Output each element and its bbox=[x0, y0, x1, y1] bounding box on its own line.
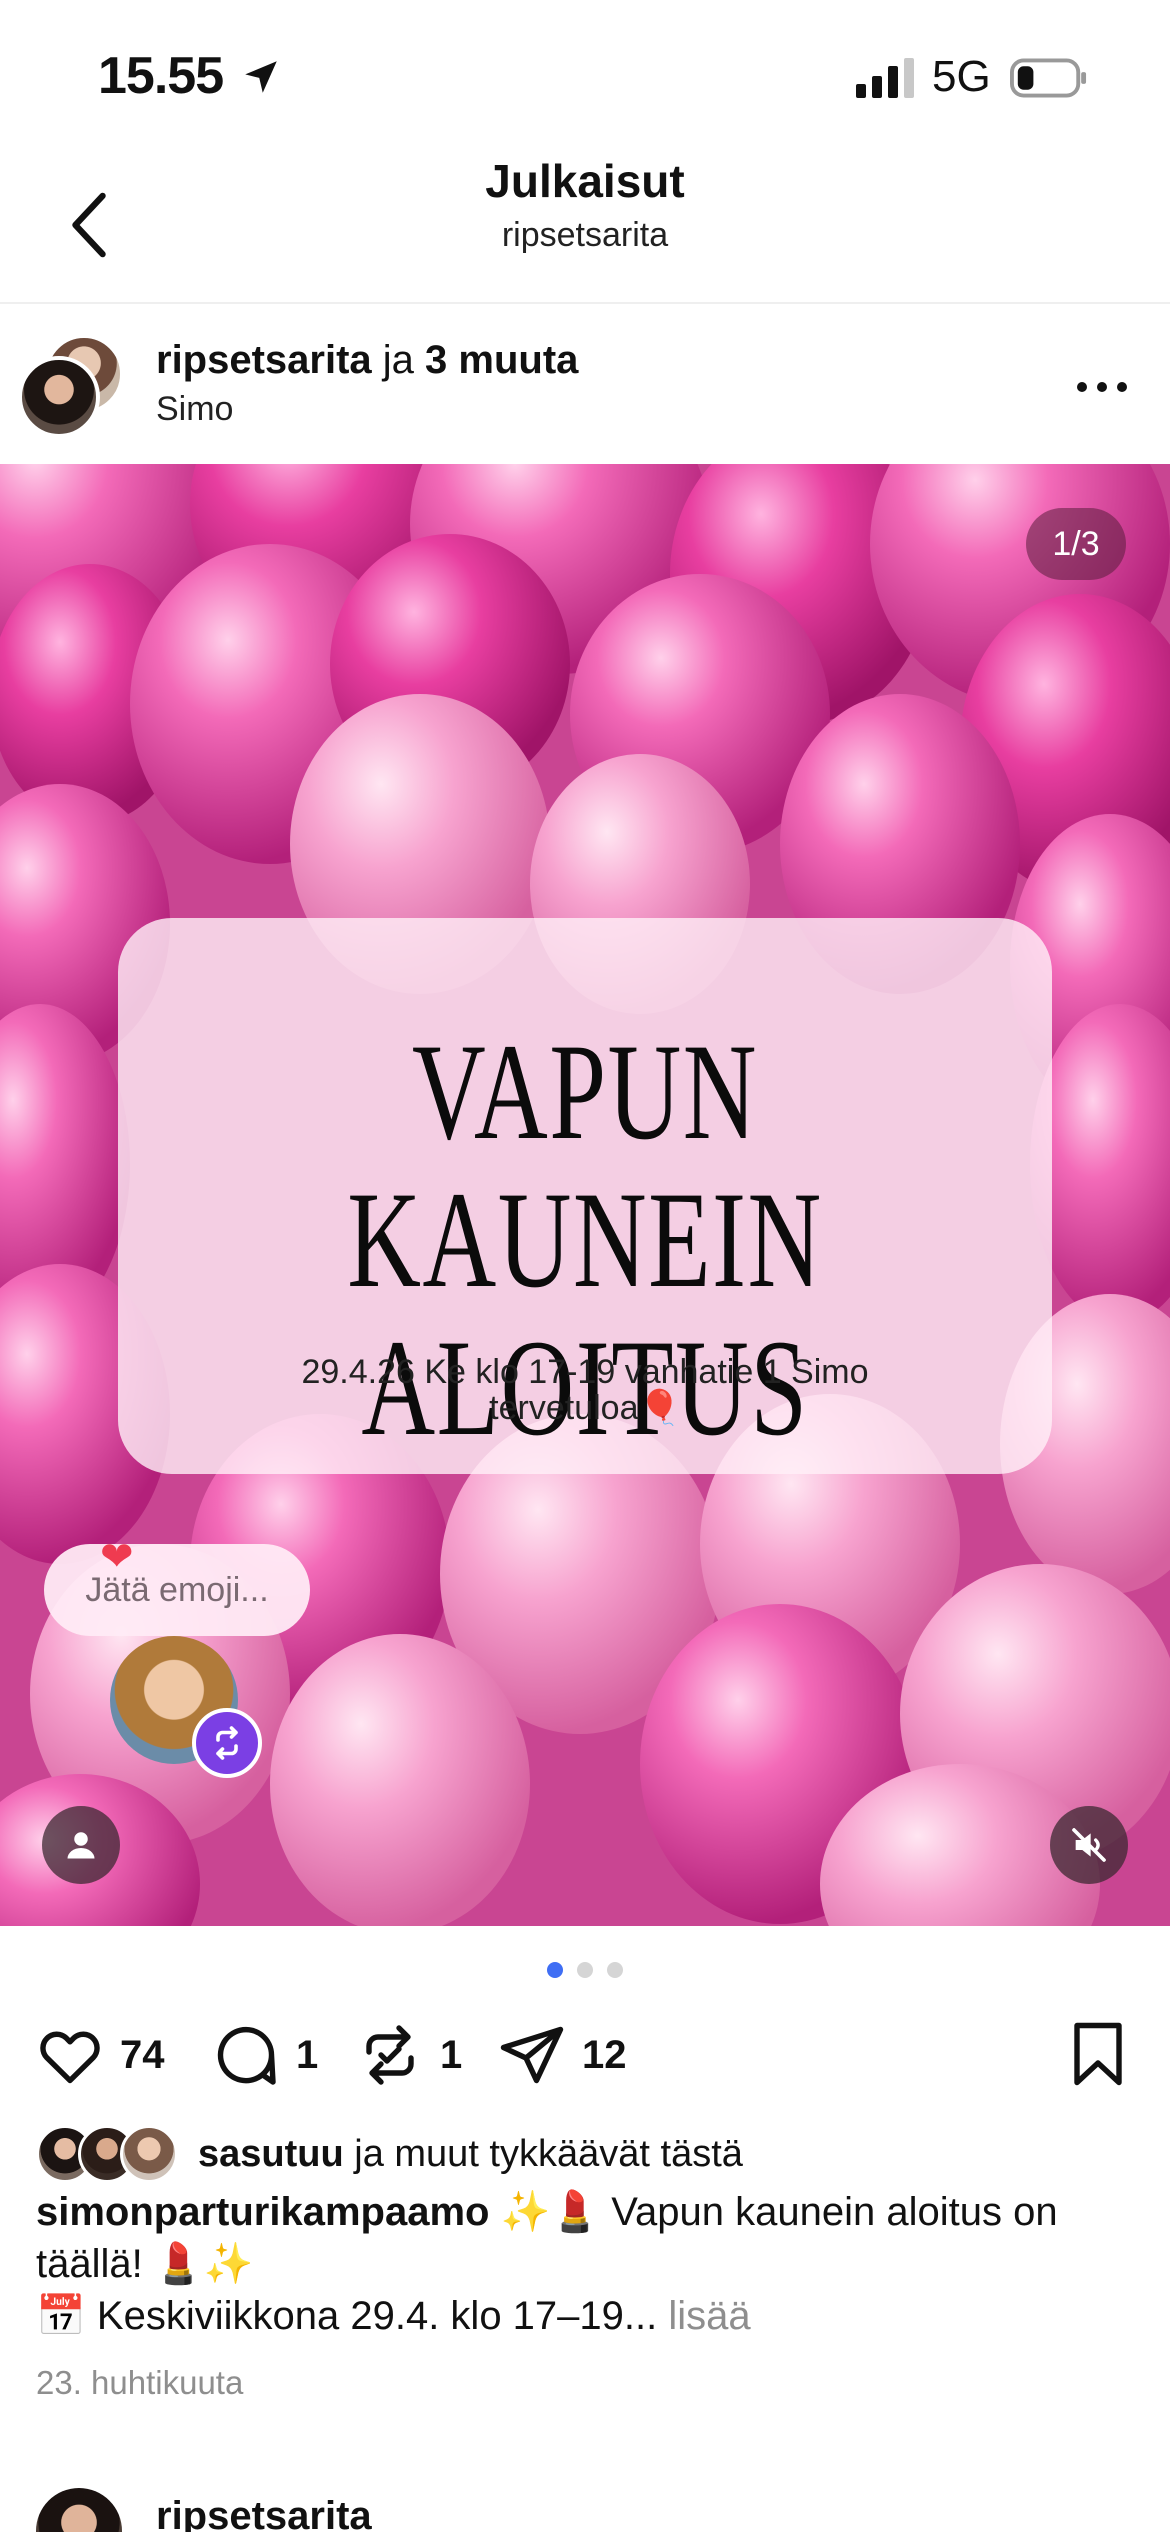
comment-icon bbox=[217, 2026, 276, 2085]
page-title: Julkaisut bbox=[485, 155, 685, 207]
status-bar: 15.55 5G bbox=[0, 0, 1170, 150]
bookmark-icon[interactable] bbox=[1062, 2018, 1134, 2090]
liked-by-user[interactable]: sasutuu bbox=[198, 2133, 344, 2175]
share-count[interactable]: 12 bbox=[582, 2033, 627, 2078]
repost-badge-icon bbox=[216, 1726, 238, 1760]
caption-more-link[interactable]: lisää bbox=[657, 2294, 750, 2338]
signal-icon bbox=[856, 58, 914, 98]
page-subtitle[interactable]: ripsetsarita bbox=[0, 216, 1170, 255]
location-arrow-icon bbox=[245, 61, 277, 93]
carousel-dot-active bbox=[547, 1962, 563, 1978]
repost-button[interactable]: 1 bbox=[354, 2010, 462, 2100]
post-actions: 74 1 1 12 bbox=[0, 2010, 1170, 2100]
author-avatar-primary[interactable] bbox=[18, 356, 100, 438]
post-location[interactable]: Simo bbox=[156, 390, 233, 429]
user-tags-button[interactable] bbox=[42, 1806, 120, 1884]
event-details-line2: tervetuloa🎈 bbox=[489, 1389, 681, 1427]
carousel-dots bbox=[0, 1962, 1170, 1982]
next-post-author[interactable]: ripsetsarita bbox=[156, 2494, 372, 2532]
network-type: 5G bbox=[932, 52, 991, 101]
status-time: 15.55 bbox=[98, 47, 224, 105]
comment-count[interactable]: 1 bbox=[296, 2033, 318, 2078]
post-header: ripsetsarita ja 3 muuta Simo bbox=[0, 304, 1170, 464]
author-username[interactable]: ripsetsarita bbox=[156, 338, 372, 382]
share-button[interactable]: 12 bbox=[496, 2010, 627, 2100]
page-counter: 1/3 bbox=[1026, 508, 1126, 580]
mute-icon bbox=[1072, 1828, 1106, 1862]
screen: 15.55 5G Julkaisut ripsetsarita ripsetsa… bbox=[0, 0, 1170, 2532]
event-card: VAPUN KAUNEIN ALOITUS 29.4.26 Ke klo 17-… bbox=[118, 918, 1052, 1474]
event-details-line1: 29.4.26 Ke klo 17-19 vanhatie 1 Simo bbox=[301, 1353, 869, 1391]
caption-username[interactable]: simonparturikampaamo bbox=[36, 2190, 489, 2234]
like-count[interactable]: 74 bbox=[120, 2033, 165, 2078]
heart-emoji-icon: ❤ bbox=[100, 1535, 134, 1579]
author-others[interactable]: 3 muuta bbox=[425, 338, 578, 382]
repost-count[interactable]: 1 bbox=[440, 2033, 462, 2078]
liked-by-row[interactable]: sasutuu ja muut tykkäävät tästä bbox=[36, 2124, 743, 2184]
caption-text-line2: 📅 Keskiviikkona 29.4. klo 17–19... bbox=[36, 2294, 658, 2338]
user-tag-icon bbox=[67, 1832, 95, 1859]
send-icon bbox=[500, 2026, 564, 2084]
repost-badge bbox=[192, 1708, 262, 1778]
battery-icon bbox=[1010, 58, 1087, 98]
liked-by-text[interactable]: sasutuu ja muut tykkäävät tästä bbox=[198, 2133, 743, 2176]
emoji-reaction-input[interactable]: Jätä emoji... bbox=[44, 1544, 310, 1636]
heart-icon bbox=[40, 2031, 100, 2084]
event-details: 29.4.26 Ke klo 17-19 vanhatie 1 Simo ter… bbox=[118, 1354, 1052, 1426]
post-media[interactable]: 1/3 VAPUN KAUNEIN ALOITUS 29.4.26 Ke klo… bbox=[0, 464, 1170, 1926]
liker-avatar bbox=[120, 2125, 178, 2183]
like-button[interactable]: 74 bbox=[34, 2010, 165, 2100]
more-dots-icon[interactable] bbox=[1072, 372, 1132, 402]
carousel-dot bbox=[577, 1962, 593, 1978]
carousel-dot bbox=[607, 1962, 623, 1978]
event-title-line1: VAPUN KAUNEIN bbox=[347, 1015, 823, 1316]
nav-header: Julkaisut ripsetsarita bbox=[0, 150, 1170, 304]
author-connector: ja bbox=[371, 338, 426, 382]
comment-button[interactable]: 1 bbox=[210, 2010, 318, 2100]
post-authors[interactable]: ripsetsarita ja 3 muuta bbox=[156, 338, 578, 383]
post-caption: simonparturikampaamo ✨💄 Vapun kaunein al… bbox=[36, 2186, 1136, 2342]
mute-button[interactable] bbox=[1050, 1806, 1128, 1884]
liked-by-rest: ja muut tykkäävät tästä bbox=[343, 2132, 743, 2175]
next-post-avatar[interactable] bbox=[36, 2488, 122, 2532]
post-date: 23. huhtikuuta bbox=[36, 2364, 244, 2401]
repost-icon bbox=[366, 2025, 414, 2085]
